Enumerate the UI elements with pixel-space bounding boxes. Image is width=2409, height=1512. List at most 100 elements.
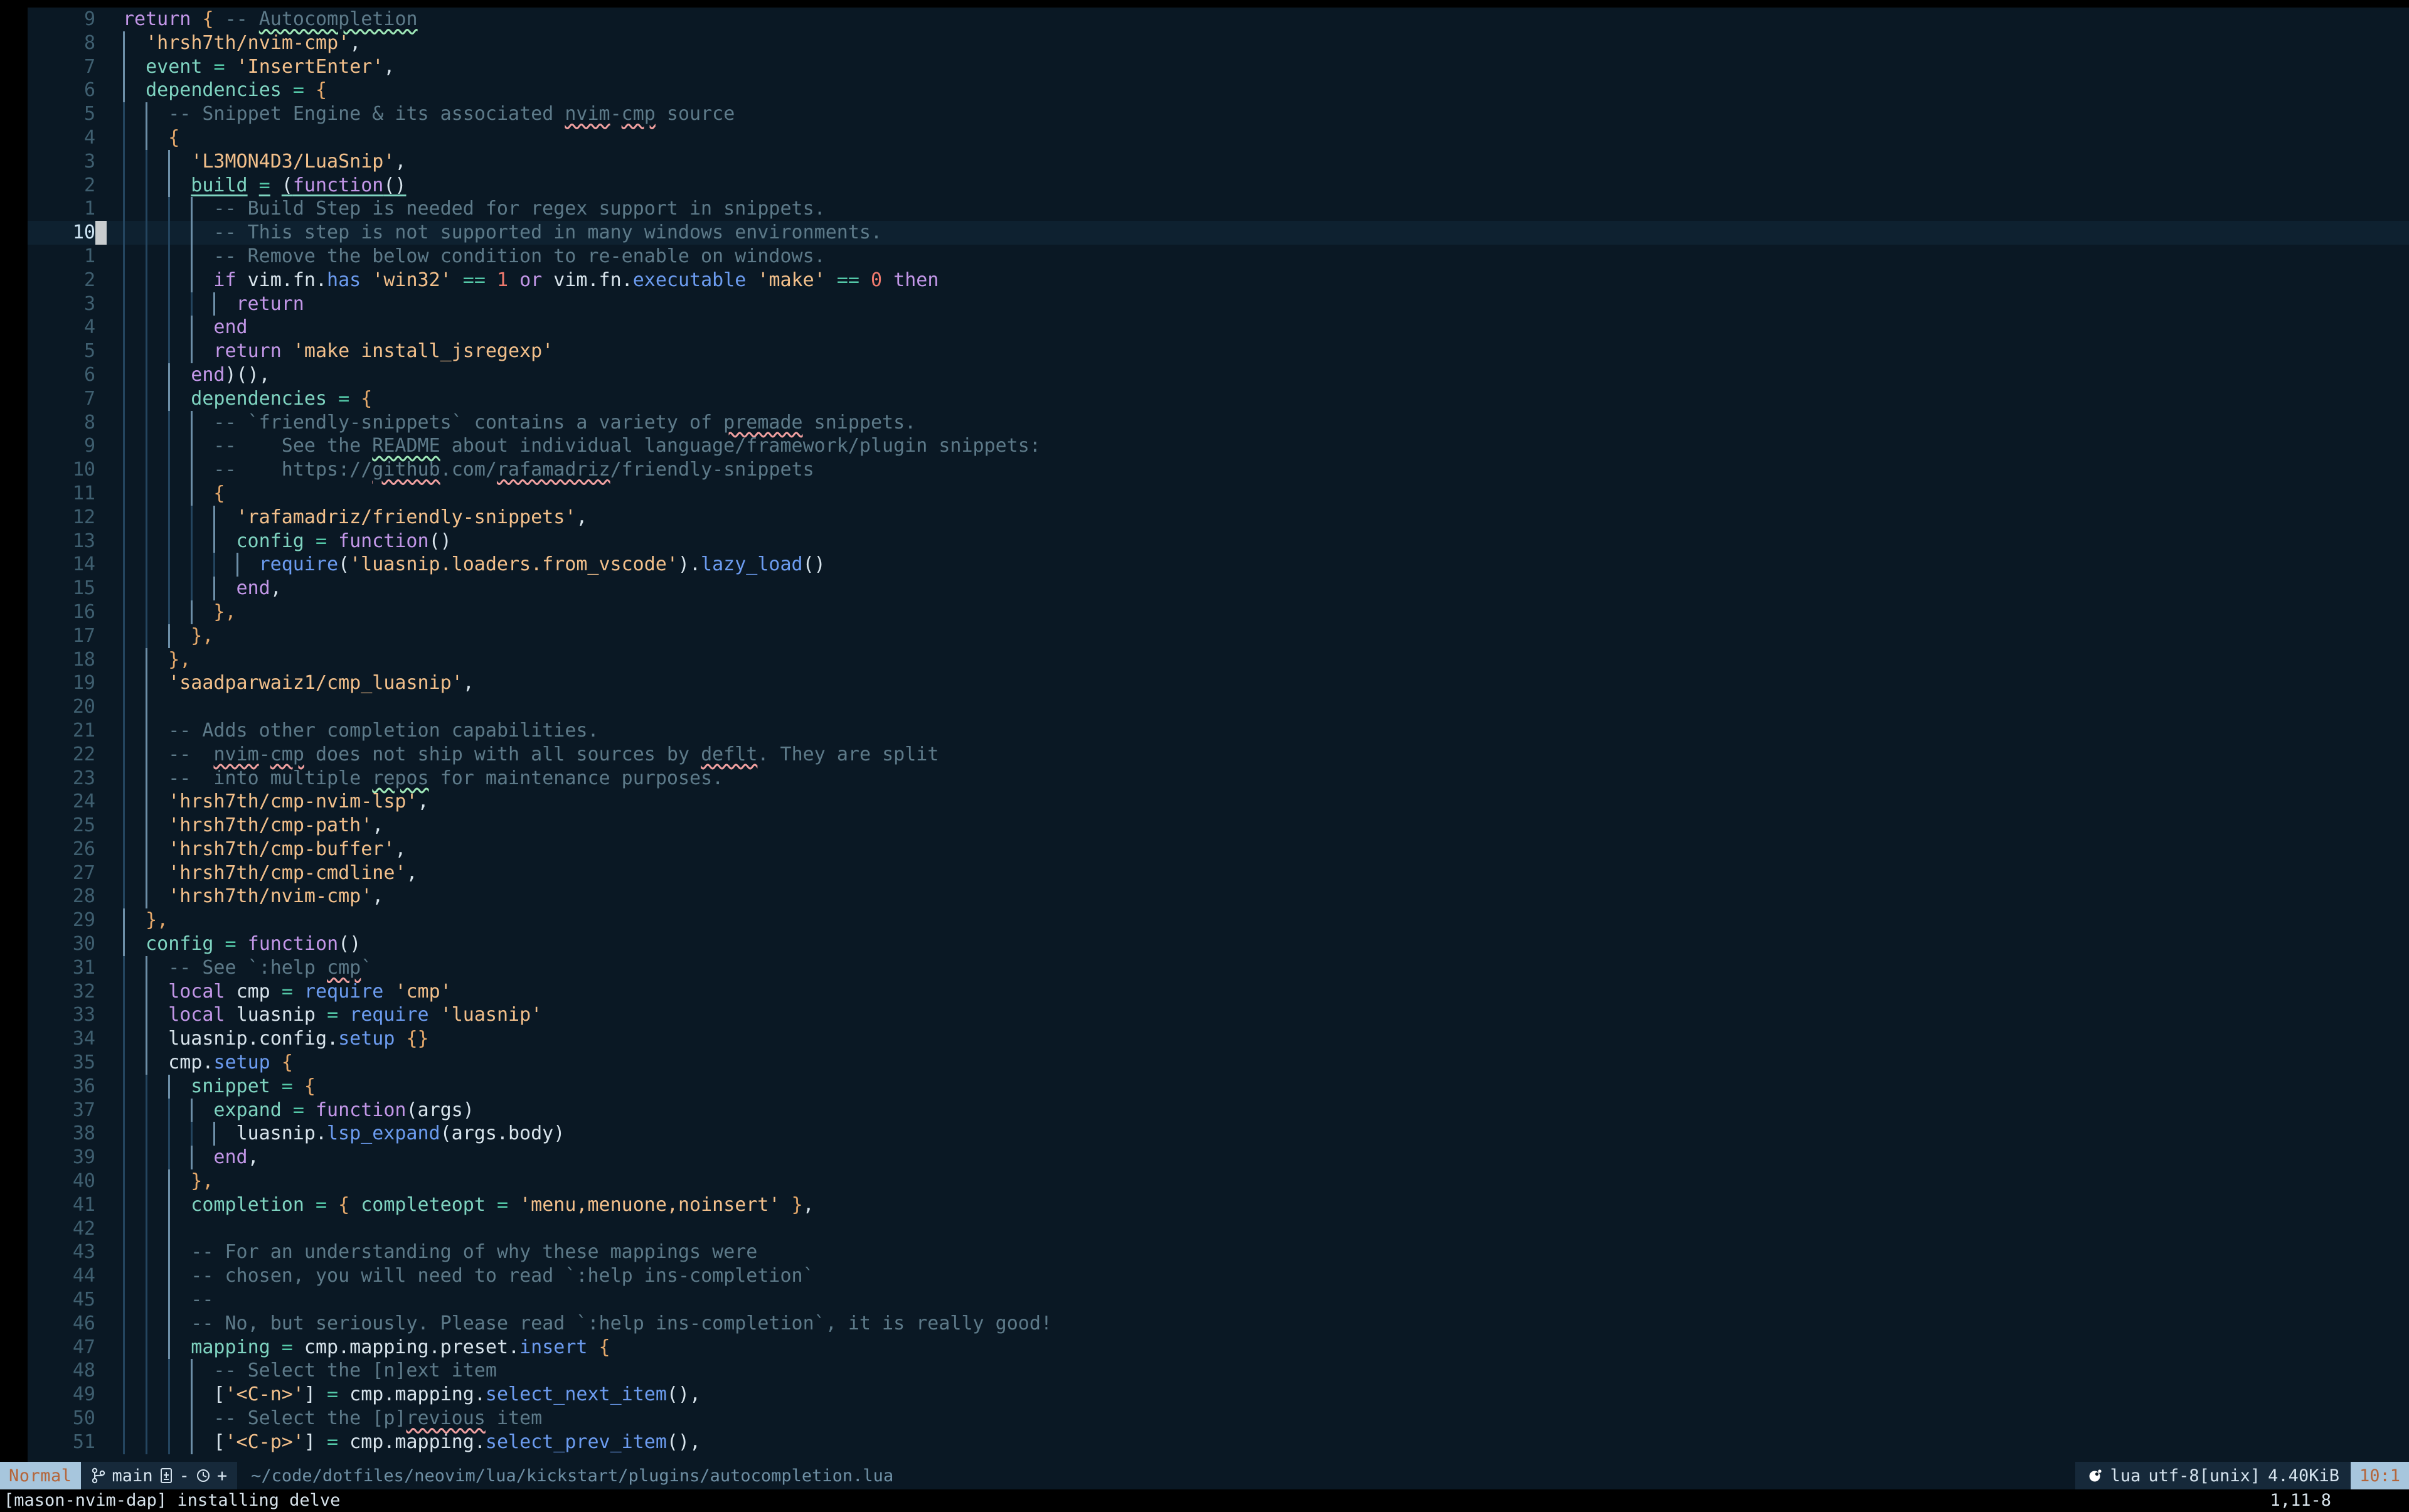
editor-line[interactable]: 4end [28, 316, 2409, 339]
editor-line[interactable]: 12'rafamadriz/friendly-snippets', [28, 506, 2409, 530]
code-text: mapping = cmp.mapping.preset.insert { [191, 1336, 610, 1360]
editor-line[interactable]: 49['<C-n>'] = cmp.mapping.select_next_it… [28, 1383, 2409, 1407]
editor-line[interactable]: 9return { -- Autocompletion [28, 8, 2409, 31]
editor-line[interactable]: 34luasnip.config.setup {} [28, 1027, 2409, 1051]
indent-guide [146, 790, 147, 814]
editor-line[interactable]: 20 [28, 695, 2409, 719]
git-status: main - + [81, 1462, 238, 1489]
indent-guide [146, 577, 147, 600]
editor-line[interactable]: 37expand = function(args) [28, 1099, 2409, 1122]
editor-line[interactable]: 7dependencies = { [28, 387, 2409, 411]
indent-guide [146, 1359, 147, 1383]
editor-line[interactable]: 2build = (function() [28, 174, 2409, 198]
editor-line[interactable]: 14require('luasnip.loaders.from_vscode')… [28, 553, 2409, 577]
editor-line[interactable]: 17}, [28, 624, 2409, 648]
indent-guide [146, 600, 147, 624]
indent-guide [123, 387, 125, 411]
indent-guide [168, 245, 170, 269]
editor-line[interactable]: 8'hrsh7th/nvim-cmp', [28, 31, 2409, 55]
indent-guide [191, 411, 193, 435]
indent-guide [168, 1407, 170, 1430]
indent-guide [123, 956, 125, 980]
indent-guide [168, 292, 170, 316]
line-number: 42 [28, 1217, 95, 1241]
editor-line[interactable]: 11{ [28, 482, 2409, 506]
indent-guide [146, 719, 147, 743]
code-text: return { -- Autocompletion [123, 8, 418, 31]
indent-guide [123, 482, 125, 506]
editor-line-current[interactable]: 10-- This step is not supported in many … [28, 221, 2409, 245]
editor-line[interactable]: 40}, [28, 1169, 2409, 1193]
editor-line[interactable]: 29}, [28, 908, 2409, 932]
code-text: dependencies = { [146, 78, 327, 102]
indent-guide [123, 838, 125, 861]
editor-line[interactable]: 21-- Adds other completion capabilities. [28, 719, 2409, 743]
editor-line[interactable]: 3'L3MON4D3/LuaSnip', [28, 150, 2409, 174]
editor-line[interactable]: 5return 'make install_jsregexp' [28, 339, 2409, 363]
editor-line[interactable]: 39end, [28, 1146, 2409, 1169]
editor-line[interactable]: 1-- Remove the below condition to re-ena… [28, 245, 2409, 269]
line-number: 11 [28, 482, 95, 506]
editor-line[interactable]: 51['<C-p>'] = cmp.mapping.select_prev_it… [28, 1430, 2409, 1454]
editor-line[interactable]: 19'saadparwaiz1/cmp_luasnip', [28, 671, 2409, 695]
editor-line[interactable]: 27'hrsh7th/cmp-cmdline', [28, 861, 2409, 885]
editor-line[interactable]: 48-- Select the [n]ext item [28, 1359, 2409, 1383]
editor-line[interactable]: 6 dependencies = { [28, 78, 2409, 102]
editor-line[interactable]: 22-- nvim-cmp does not ship with all sou… [28, 743, 2409, 767]
code-text: event = 'InsertEnter', [146, 55, 395, 79]
editor-line[interactable]: 36snippet = { [28, 1075, 2409, 1099]
lua-icon [2087, 1467, 2103, 1484]
editor-line[interactable]: 10-- https://github.com/rafamadriz/frien… [28, 458, 2409, 482]
line-number: 2 [28, 269, 95, 292]
indent-guide [123, 269, 125, 292]
editor-line[interactable]: 43-- For an understanding of why these m… [28, 1240, 2409, 1264]
editor-line[interactable]: 7event = 'InsertEnter', [28, 55, 2409, 79]
line-number: 6 [28, 78, 95, 102]
editor-line[interactable]: 47mapping = cmp.mapping.preset.insert { [28, 1336, 2409, 1360]
editor-line[interactable]: 8-- `friendly-snippets` contains a varie… [28, 411, 2409, 435]
editor-line[interactable]: 46-- No, but seriously. Please read `:he… [28, 1312, 2409, 1336]
editor-line[interactable]: 24'hrsh7th/cmp-nvim-lsp', [28, 790, 2409, 814]
editor-line[interactable]: 50-- Select the [p]revious item [28, 1407, 2409, 1430]
indent-guide [123, 767, 125, 791]
indent-guide [123, 245, 125, 269]
indent-guide [123, 1122, 125, 1146]
editor-line[interactable]: 38luasnip.lsp_expand(args.body) [28, 1122, 2409, 1146]
editor-line[interactable]: 45-- [28, 1288, 2409, 1312]
editor-line[interactable]: 6end)(), [28, 363, 2409, 387]
indent-guide [168, 221, 170, 245]
editor-line[interactable]: 15end, [28, 577, 2409, 600]
statusline-right: lua utf-8[unix] 4.40KiB 10:1 [2075, 1462, 2409, 1489]
editor-line[interactable]: 13config = function() [28, 530, 2409, 553]
editor-line[interactable]: 41completion = { completeopt = 'menu,men… [28, 1193, 2409, 1217]
editor-line[interactable]: 5-- Snippet Engine & its associated nvim… [28, 102, 2409, 126]
editor-line[interactable]: 35cmp.setup { [28, 1051, 2409, 1075]
editor-line[interactable]: 18}, [28, 648, 2409, 672]
editor-line[interactable]: 23-- into multiple repos for maintenance… [28, 767, 2409, 791]
editor-line[interactable]: 28'hrsh7th/nvim-cmp', [28, 885, 2409, 908]
editor-line[interactable]: 16}, [28, 600, 2409, 624]
indent-guide [146, 197, 147, 221]
editor-line[interactable]: 9-- See the README about individual lang… [28, 434, 2409, 458]
code-text: -- Remove the below condition to re-enab… [213, 245, 825, 269]
line-number: 18 [28, 648, 95, 672]
editor-line[interactable]: 44-- chosen, you will need to read `:hel… [28, 1264, 2409, 1288]
editor-line[interactable]: 33local luasnip = require 'luasnip' [28, 1003, 2409, 1027]
editor-line[interactable]: 2if vim.fn.has 'win32' == 1 or vim.fn.ex… [28, 269, 2409, 292]
editor-line[interactable]: 3return [28, 292, 2409, 316]
editor-buffer[interactable]: 9return { -- Autocompletion8'hrsh7th/nvi… [28, 8, 2409, 1462]
editor-line[interactable]: 32local cmp = require 'cmp' [28, 980, 2409, 1004]
editor-line[interactable]: 30config = function() [28, 932, 2409, 956]
editor-line[interactable]: 4{ [28, 126, 2409, 150]
editor-line[interactable]: 26'hrsh7th/cmp-buffer', [28, 838, 2409, 861]
indent-guide [146, 150, 147, 174]
editor-line[interactable]: 42 [28, 1217, 2409, 1241]
editor-line[interactable]: 31-- See `:help cmp` [28, 956, 2409, 980]
code-text: }, [168, 648, 191, 672]
indent-guide [146, 292, 147, 316]
code-text: 'saadparwaiz1/cmp_luasnip', [168, 671, 474, 695]
editor-line[interactable]: 25'hrsh7th/cmp-path', [28, 814, 2409, 838]
editor-line[interactable]: 1-- Build Step is needed for regex suppo… [28, 197, 2409, 221]
line-number: 14 [28, 553, 95, 577]
indent-guide [213, 530, 215, 553]
